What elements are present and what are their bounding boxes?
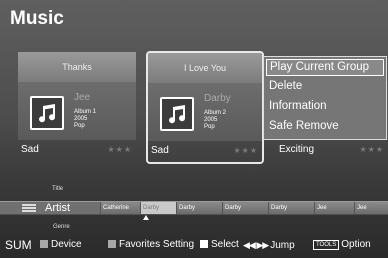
album-meta: Album 2 2005 Pop: [204, 110, 226, 131]
grey-button-icon: [108, 240, 116, 248]
rating-stars: ★★★: [107, 145, 132, 154]
device-button[interactable]: Device: [40, 236, 82, 254]
album-card-body: Jee Album 1 2005 Pop: [18, 82, 136, 140]
sum-label: SUM: [5, 238, 32, 252]
album-name: Album 1: [74, 109, 97, 115]
jump-button[interactable]: ◀◀ ▶▶ Jump: [243, 236, 295, 255]
album-artist: Jee: [74, 92, 91, 103]
tools-badge: TOOLS: [313, 240, 340, 250]
album-genre: Pop: [74, 123, 85, 129]
timeline-segment[interactable]: Darby: [268, 202, 314, 214]
jump-icon: ◀◀ ▶▶: [243, 240, 269, 250]
album-year: 2005: [74, 116, 88, 122]
album-card-footer: Sad ★★★: [148, 141, 262, 163]
album-name: Album 2: [204, 110, 227, 116]
page-title: Music: [10, 8, 64, 29]
album-card-i-love-you[interactable]: I Love You Darby Album 2 2005 Pop Sad ★★…: [146, 51, 264, 164]
timeline-segment[interactable]: Jee: [314, 202, 354, 214]
menu-item-play-current-group[interactable]: Play Current Group: [266, 59, 384, 76]
select-button[interactable]: Select: [200, 236, 239, 254]
album-card-title: I Love You: [148, 53, 262, 83]
album-artist: Darby: [204, 93, 231, 104]
sort-option-artist[interactable]: Artist: [45, 202, 70, 214]
timeline-segment[interactable]: Darby: [176, 202, 222, 214]
rating-stars: ★★★: [233, 146, 258, 155]
album-genre: Pop: [204, 124, 215, 130]
timeline-segment[interactable]: Jee: [354, 202, 388, 214]
grey-button-icon: [40, 240, 48, 248]
option-button[interactable]: TOOLS Option: [313, 236, 371, 254]
album-card-footer: Sad ★★★: [18, 140, 136, 162]
timeline-segment-current[interactable]: Darby: [140, 202, 176, 214]
list-icon: [22, 204, 36, 212]
context-menu: Play Current Group Delete Information Sa…: [263, 56, 387, 140]
timeline-pointer-icon: [143, 215, 149, 220]
music-note-icon: [160, 97, 194, 131]
album-meta: Album 1 2005 Pop: [74, 109, 96, 130]
menu-item-information[interactable]: Information: [264, 96, 386, 116]
timeline-segment[interactable]: Catherine: [100, 202, 140, 214]
option-label: Option: [341, 239, 371, 250]
menu-item-delete[interactable]: Delete: [264, 76, 386, 96]
select-label: Select: [211, 239, 239, 250]
bottom-bar: SUM Device Favorites Setting Select ◀◀ ▶…: [0, 236, 388, 258]
album-card-title: Thanks: [18, 52, 136, 82]
favorites-setting-button[interactable]: Favorites Setting: [108, 236, 194, 254]
album-mood: Exciting: [279, 144, 315, 155]
album-card-footer: Exciting ★★★: [264, 140, 388, 162]
timeline-strip[interactable]: Artist Catherine Darby Darby Darby Darby…: [0, 201, 388, 215]
album-mood: Sad: [21, 144, 39, 155]
favorites-label: Favorites Setting: [119, 239, 195, 250]
album-year: 2005: [204, 117, 218, 123]
jump-label: Jump: [270, 240, 295, 251]
sort-option-genre[interactable]: Genre: [53, 224, 70, 230]
sort-selector[interactable]: Artist: [0, 202, 100, 214]
music-screen: Music Thanks Jee Album 1 2005 Pop Sad ★★…: [0, 0, 388, 258]
album-card-body: Darby Album 2 2005 Pop: [148, 83, 262, 141]
album-card-thanks[interactable]: Thanks Jee Album 1 2005 Pop Sad ★★★: [18, 52, 136, 162]
enter-button-icon: [200, 240, 208, 248]
music-note-icon: [30, 96, 64, 130]
sort-option-title[interactable]: Title: [52, 186, 63, 192]
device-label: Device: [51, 239, 82, 250]
timeline-segment[interactable]: Darby: [222, 202, 268, 214]
menu-item-safe-remove[interactable]: Safe Remove: [264, 116, 386, 136]
album-mood: Sad: [151, 145, 169, 156]
rating-stars: ★★★: [359, 145, 384, 154]
